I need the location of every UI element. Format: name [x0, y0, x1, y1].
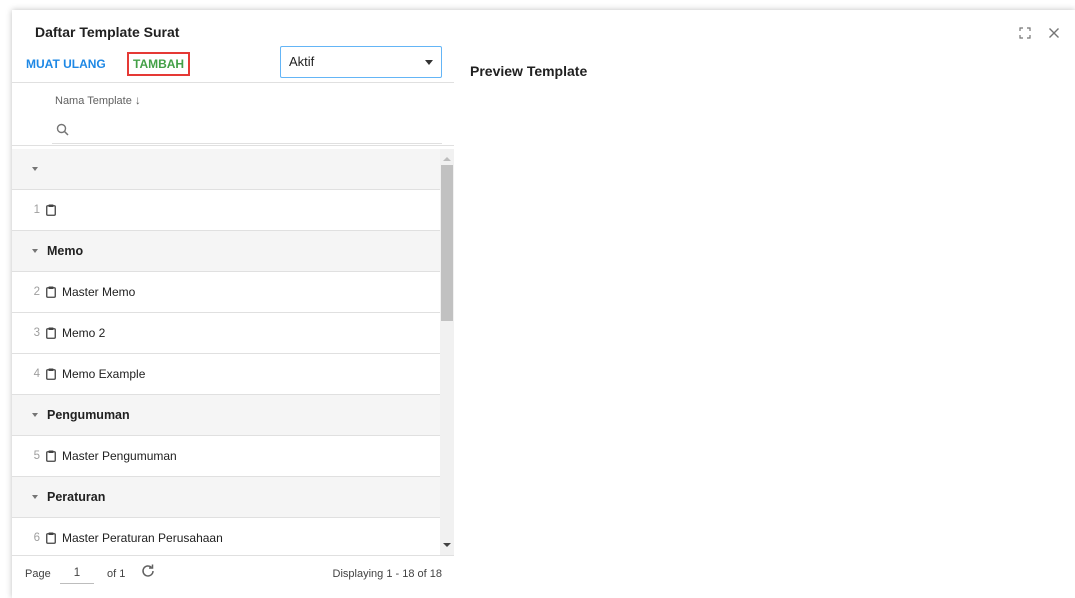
maximize-icon[interactable]	[1016, 24, 1034, 42]
pager: Page 1 of 1 Displaying 1 - 18 of 18	[12, 555, 454, 588]
grid-header: Nama Template ↓	[12, 82, 454, 146]
group-label: Pengumuman	[47, 408, 130, 422]
chevron-down-icon[interactable]	[32, 249, 38, 253]
status-select-value: Aktif	[289, 54, 315, 69]
search-icon[interactable]	[56, 123, 70, 137]
table-row[interactable]: 1	[12, 190, 440, 231]
group-row[interactable]	[12, 149, 440, 190]
vertical-scrollbar[interactable]	[440, 149, 454, 555]
group-row[interactable]: Peraturan	[12, 477, 440, 518]
preview-title: Preview Template	[470, 63, 588, 79]
page-input[interactable]: 1	[60, 562, 94, 584]
table-row[interactable]: 4 Memo Example	[12, 354, 440, 395]
table-row[interactable]: 3 Memo 2	[12, 313, 440, 354]
chevron-down-icon[interactable]	[32, 413, 38, 417]
template-list-panel: MUAT ULANG TAMBAH Aktif Nama Template ↓ 1…	[12, 44, 454, 588]
group-label: Memo	[47, 244, 84, 258]
row-number: 6	[33, 532, 40, 544]
column-header-label: Nama Template	[55, 95, 132, 107]
scroll-thumb[interactable]	[441, 165, 453, 321]
clipboard-icon	[46, 204, 56, 216]
row-number: 4	[33, 368, 40, 380]
column-header-nama-template[interactable]: Nama Template ↓	[55, 93, 141, 107]
template-name: Master Peraturan Perusahaan	[62, 531, 223, 545]
window-title: Daftar Template Surat	[35, 24, 180, 40]
close-icon[interactable]	[1045, 24, 1063, 42]
clipboard-icon	[46, 368, 56, 380]
toolbar: MUAT ULANG TAMBAH Aktif	[12, 44, 454, 82]
grid-rows: 1 Memo 2 Master Memo 3 Memo 2 4 Memo Example Pen…	[12, 149, 440, 555]
scroll-up-icon[interactable]	[443, 157, 451, 161]
template-name: Master Memo	[62, 285, 136, 299]
search-field-underline	[52, 143, 442, 144]
page-label: Page	[25, 568, 51, 580]
group-label: Peraturan	[47, 490, 106, 504]
template-name: Memo Example	[62, 367, 146, 381]
scroll-down-icon[interactable]	[443, 543, 451, 547]
row-number: 1	[33, 204, 40, 216]
chevron-down-icon[interactable]	[32, 495, 38, 499]
chevron-down-icon	[425, 60, 433, 65]
table-row[interactable]: 2 Master Memo	[12, 272, 440, 313]
row-number: 2	[33, 286, 40, 298]
clipboard-icon	[46, 327, 56, 339]
grid-body: 1 Memo 2 Master Memo 3 Memo 2 4 Memo Example Pen…	[12, 149, 454, 555]
status-select[interactable]: Aktif	[280, 46, 442, 78]
clipboard-icon	[46, 286, 56, 298]
refresh-icon[interactable]	[140, 563, 156, 579]
reload-button[interactable]: MUAT ULANG	[26, 52, 106, 76]
clipboard-icon	[46, 450, 56, 462]
sort-desc-icon: ↓	[134, 93, 141, 107]
clipboard-icon	[46, 532, 56, 544]
page-count: of 1	[107, 568, 126, 580]
chevron-down-icon[interactable]	[32, 167, 38, 171]
display-summary: Displaying 1 - 18 of 18	[332, 568, 442, 580]
template-name: Memo 2	[62, 326, 106, 340]
table-row[interactable]: 5 Master Pengumuman	[12, 436, 440, 477]
row-number: 3	[33, 327, 40, 339]
group-row[interactable]: Memo	[12, 231, 440, 272]
group-row[interactable]: Pengumuman	[12, 395, 440, 436]
add-button[interactable]: TAMBAH	[127, 52, 191, 76]
row-number: 5	[33, 450, 40, 462]
table-row[interactable]: 6 Master Peraturan Perusahaan	[12, 518, 440, 555]
template-name: Master Pengumuman	[62, 449, 177, 463]
